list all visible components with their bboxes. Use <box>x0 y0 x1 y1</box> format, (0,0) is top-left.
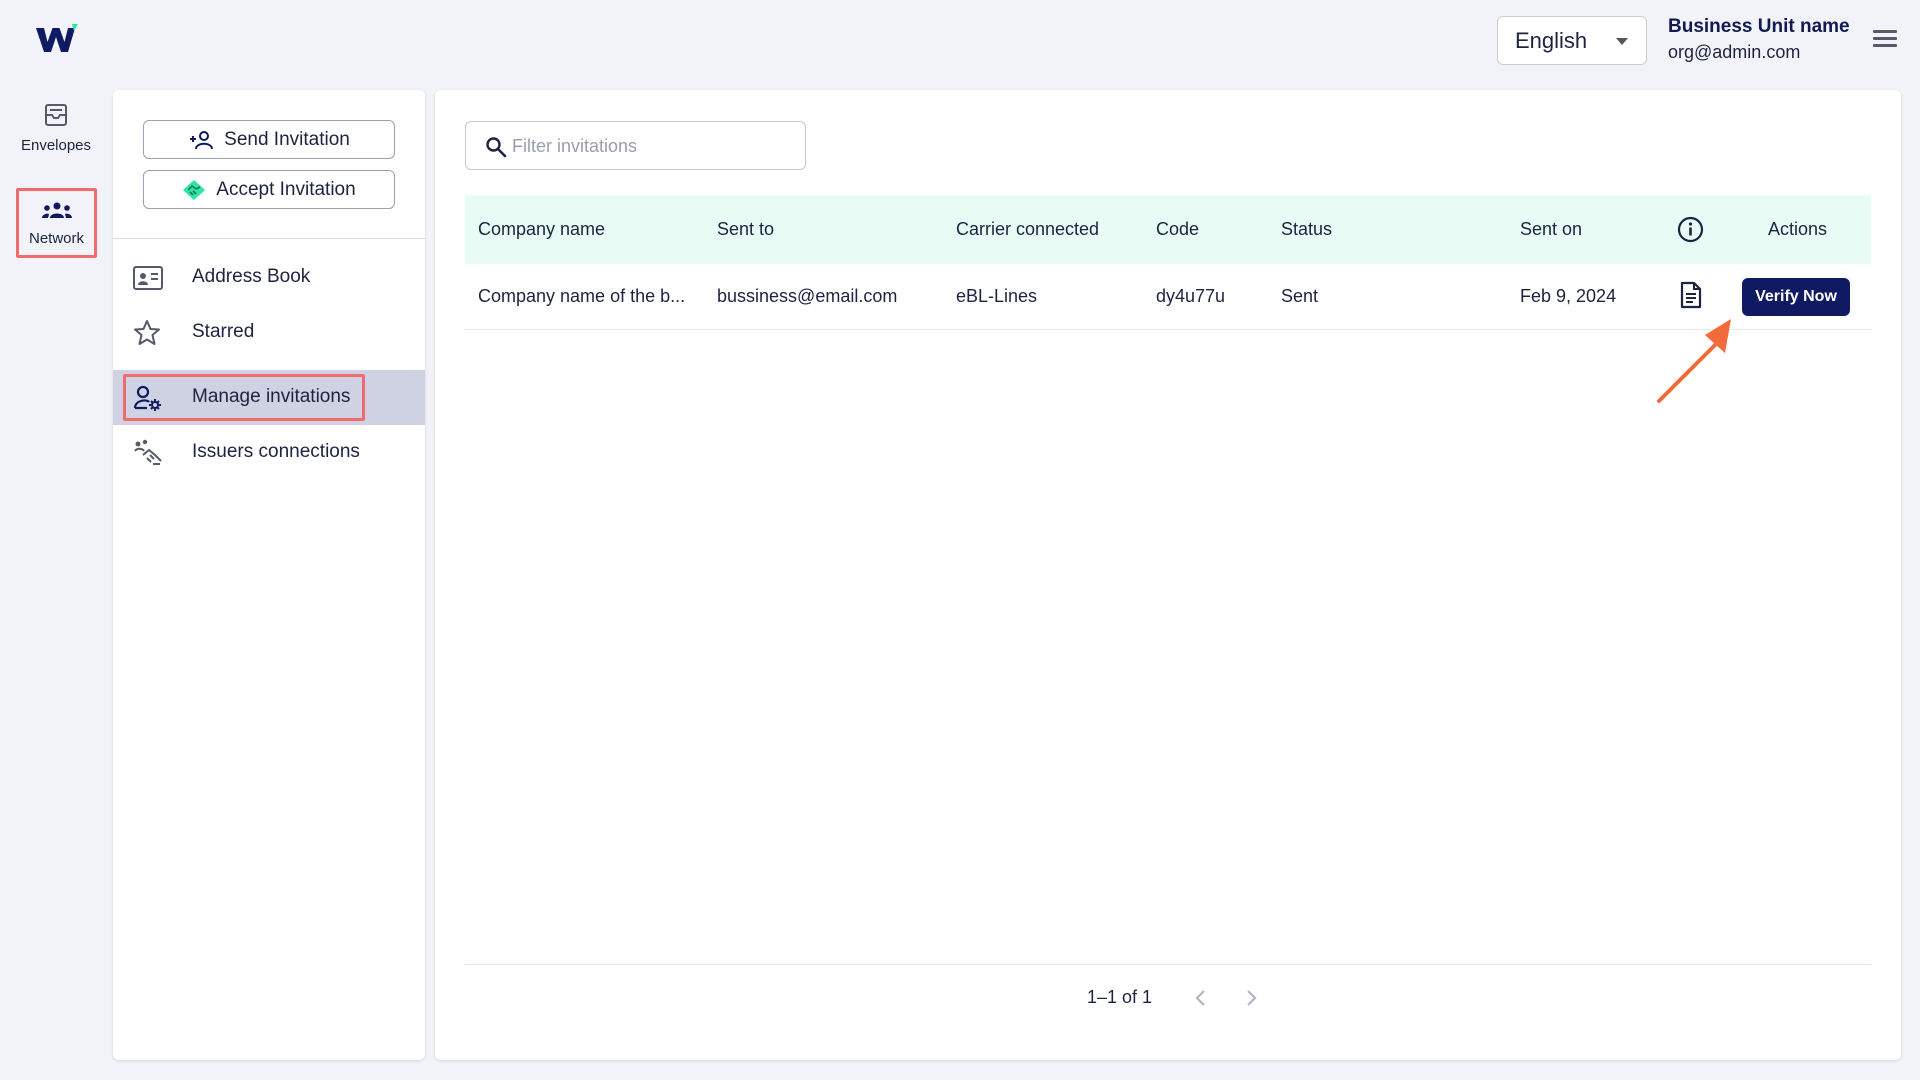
issuers-connections-icon <box>134 439 162 465</box>
column-header-code[interactable]: Code <box>1156 219 1199 240</box>
handshake-icon <box>183 179 206 200</box>
send-invitation-button[interactable]: Send Invitation <box>143 120 395 159</box>
app-logo[interactable] <box>34 22 78 58</box>
chevron-left-icon[interactable] <box>1189 985 1213 1011</box>
hamburger-menu-icon[interactable] <box>1868 26 1902 56</box>
cell-sent-on: Feb 9, 2024 <box>1520 286 1617 306</box>
business-unit-email: org@admin.com <box>1668 42 1801 62</box>
cell-code: dy4u77u <box>1156 286 1226 306</box>
network-side-panel: Send Invitation Accept Invitation Addres… <box>113 90 425 1060</box>
star-icon <box>134 320 160 345</box>
add-person-icon <box>190 130 214 149</box>
caret-down-icon <box>1616 38 1628 45</box>
nav-label-address-book: Address Book <box>192 266 311 287</box>
nav-label-issuers-connections: Issuers connections <box>192 441 360 462</box>
rail-item-network[interactable]: Network <box>16 188 97 258</box>
address-book-icon <box>133 266 163 290</box>
cell-status: Sent <box>1281 286 1319 306</box>
nav-item-manage-invitations[interactable]: Manage invitations <box>113 370 425 425</box>
nav-label-manage-invitations: Manage invitations <box>192 386 351 407</box>
envelopes-icon <box>45 104 67 126</box>
nav-item-issuers-connections[interactable]: Issuers connections <box>113 425 425 480</box>
verify-now-button[interactable]: Verify Now <box>1742 278 1850 316</box>
rail-label-network: Network <box>28 230 84 247</box>
column-header-actions: Actions <box>1768 219 1828 239</box>
chevron-right-icon[interactable] <box>1239 985 1263 1011</box>
language-value: English <box>1515 27 1588 53</box>
column-header-status[interactable]: Status <box>1281 219 1332 240</box>
cell-carrier-connected: eBL-Lines <box>956 286 1038 306</box>
table-header: Company name Sent to Carrier connected C… <box>465 195 1871 264</box>
filter-invitations-input[interactable] <box>512 130 792 162</box>
invitations-panel: Company name Sent to Carrier connected C… <box>435 90 1901 1060</box>
info-icon[interactable] <box>1677 216 1704 243</box>
document-icon[interactable] <box>1679 281 1703 309</box>
column-header-carrier-connected[interactable]: Carrier connected <box>956 219 1099 240</box>
rail-item-envelopes[interactable]: Envelopes <box>12 102 100 166</box>
cell-company-name: Company name of the b... <box>478 286 686 306</box>
column-header-sent-on[interactable]: Sent on <box>1520 219 1582 240</box>
nav-item-starred[interactable]: Starred <box>113 305 425 360</box>
column-header-company-name[interactable]: Company name <box>478 219 605 240</box>
accept-invitation-button[interactable]: Accept Invitation <box>143 170 395 209</box>
filter-invitations-field[interactable] <box>465 121 806 170</box>
footer-divider <box>465 964 1871 965</box>
cell-sent-to: bussiness@email.com <box>717 286 898 306</box>
top-bar: English Business Unit name org@admin.com <box>0 0 1920 86</box>
language-select[interactable]: English <box>1497 16 1647 65</box>
network-icon <box>41 202 72 218</box>
manage-invitations-icon <box>133 385 161 411</box>
side-divider <box>113 238 425 239</box>
annotation-arrow-icon <box>1657 319 1731 403</box>
search-icon <box>486 137 507 158</box>
nav-item-address-book[interactable]: Address Book <box>113 250 425 305</box>
accept-invitation-label: Accept Invitation <box>216 178 356 200</box>
rail-label-envelopes: Envelopes <box>20 137 92 154</box>
send-invitation-label: Send Invitation <box>224 128 350 150</box>
column-header-sent-to[interactable]: Sent to <box>717 219 774 240</box>
nav-label-starred: Starred <box>192 321 255 342</box>
pagination-range: 1–1 of 1 <box>1087 987 1153 1007</box>
business-unit-name: Business Unit name <box>1668 16 1850 37</box>
